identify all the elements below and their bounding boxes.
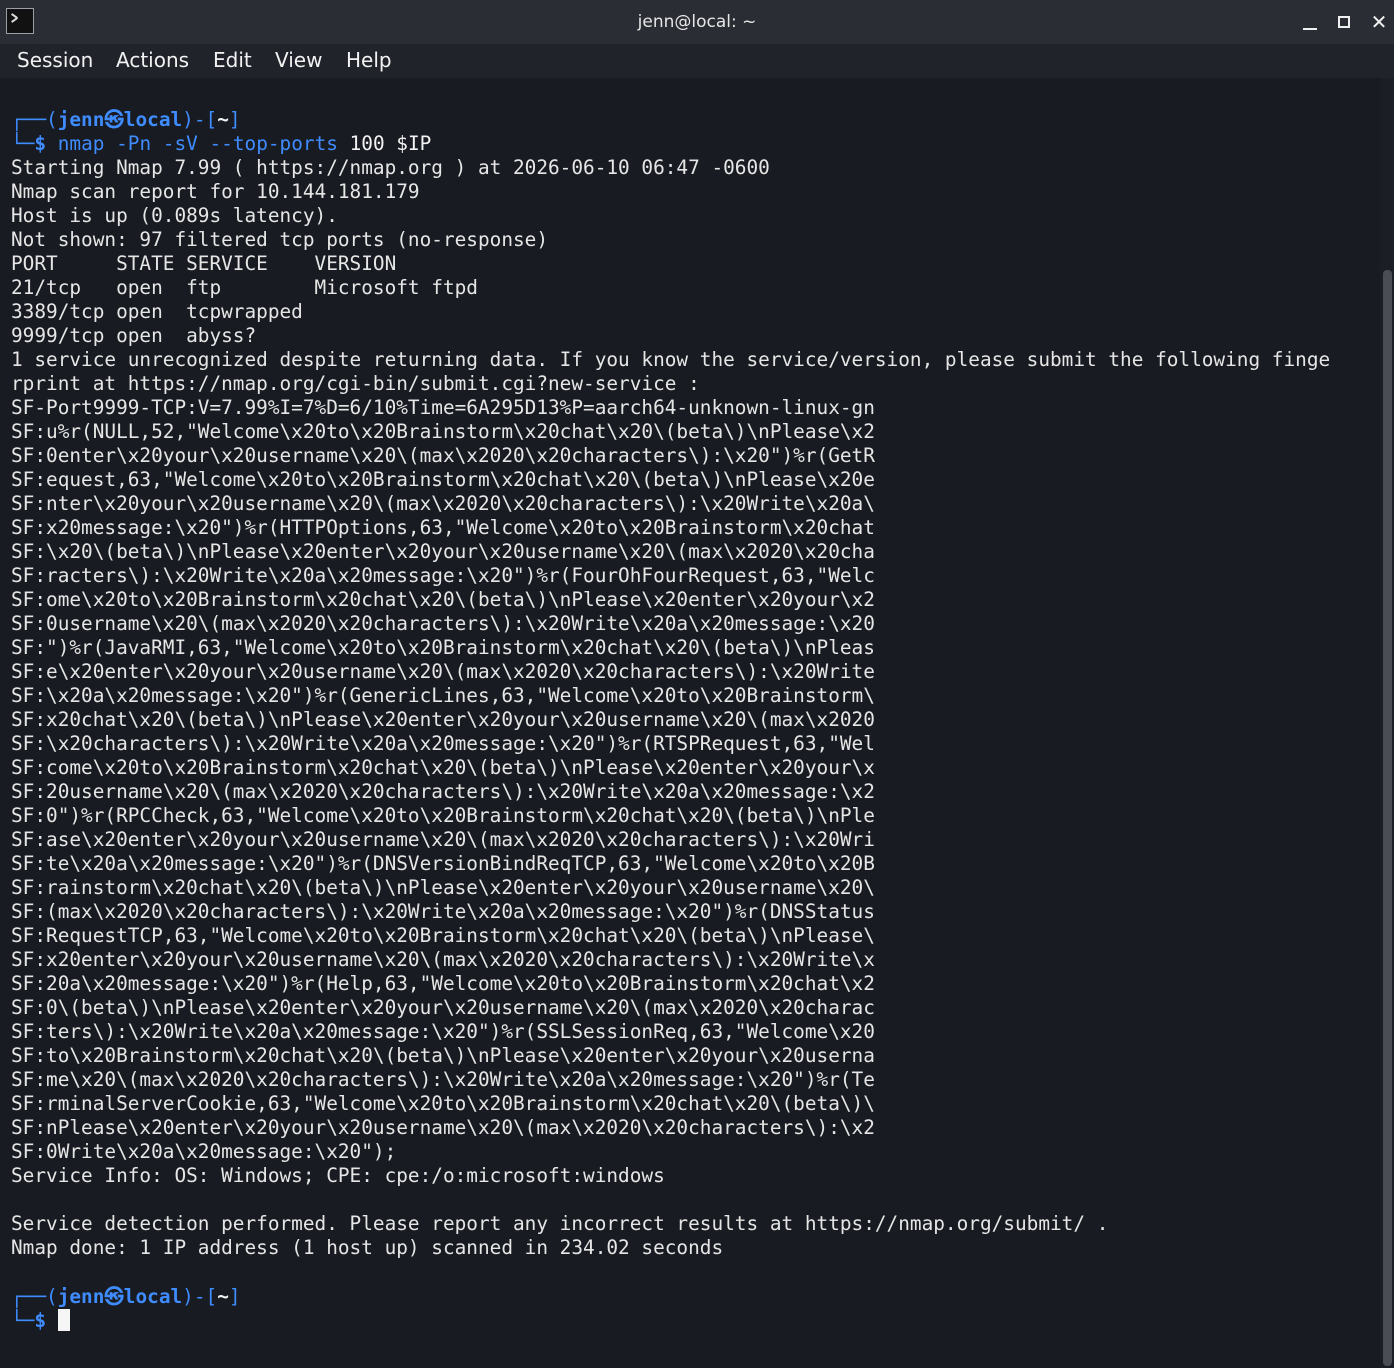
output-line: SF:racters\):\x20Write\x20a\x20message:\… — [11, 564, 875, 587]
output-line: SF:equest,63,"Welcome\x20to\x20Brainstor… — [11, 468, 875, 491]
terminal-window: jenn@local: ~ ✕ Session Actions Edit Vie… — [0, 0, 1394, 1368]
scrollbar-thumb[interactable] — [1383, 270, 1392, 1366]
output-line: SF:20username\x20\(max\x2020\x20characte… — [11, 780, 875, 803]
output-line: SF:0\(beta\)\nPlease\x20enter\x20your\x2… — [11, 996, 875, 1019]
prompt-user: jenn — [57, 108, 105, 131]
output-line: Starting Nmap 7.99 ( https://nmap.org ) … — [11, 156, 770, 179]
prompt-line-top: ┌──(jenn㉿local)-[~] — [11, 108, 241, 132]
output-line: SF:0")%r(RPCCheck,63,"Welcome\x20to\x20B… — [11, 804, 875, 827]
close-icon: ✕ — [1370, 10, 1388, 34]
output-line: SF:ters\):\x20Write\x20a\x20message:\x20… — [11, 1020, 875, 1043]
output-line: 21/tcp open ftp Microsoft ftpd — [11, 276, 478, 299]
prompt-dollar-2: $ — [34, 1309, 47, 1332]
minimize-button[interactable] — [1298, 10, 1322, 34]
output-line: SF:rminalServerCookie,63,"Welcome\x20to\… — [11, 1092, 875, 1115]
prompt-corner-2: ┌──( — [11, 1285, 58, 1308]
output-line: Host is up (0.089s latency). — [11, 204, 338, 227]
input-line[interactable]: └─$ — [11, 1309, 70, 1333]
output-line: SF:(max\x2020\x20characters\):\x20Write\… — [11, 900, 875, 923]
output-line: Nmap scan report for 10.144.181.179 — [11, 180, 420, 203]
output-line: PORT STATE SERVICE VERSION — [11, 252, 397, 275]
output-line: SF:me\x20\(max\x2020\x20characters\):\x2… — [11, 1068, 875, 1091]
output-line: SF:ome\x20to\x20Brainstorm\x20chat\x20\(… — [11, 588, 875, 611]
output-line: SF:20a\x20message:\x20")%r(Help,63,"Welc… — [11, 972, 875, 995]
output-line: 3389/tcp open tcpwrapped — [11, 300, 303, 323]
title-bar[interactable]: jenn@local: ~ ✕ — [0, 0, 1394, 44]
prompt-separator-2: )-[ — [182, 1285, 218, 1308]
output-line: SF:to\x20Brainstorm\x20chat\x20\(beta\)\… — [11, 1044, 875, 1067]
maximize-icon — [1338, 16, 1350, 28]
input-space — [46, 1309, 58, 1332]
output-line: SF:\x20\(beta\)\nPlease\x20enter\x20your… — [11, 540, 875, 563]
prompt-line-top-2: ┌──(jenn㉿local)-[~] — [11, 1285, 241, 1309]
menu-help[interactable]: Help — [346, 48, 392, 72]
output-line: SF:RequestTCP,63,"Welcome\x20to\x20Brain… — [11, 924, 875, 947]
output-line: SF:u%r(NULL,52,"Welcome\x20to\x20Brainst… — [11, 420, 875, 443]
command-name: nmap — [57, 132, 105, 155]
close-button[interactable]: ✕ — [1367, 10, 1391, 34]
output-line: SF:come\x20to\x20Brainstorm\x20chat\x20\… — [11, 756, 875, 779]
output-line: Nmap done: 1 IP address (1 host up) scan… — [11, 1236, 724, 1259]
output-line: SF:0enter\x20your\x20username\x20\(max\x… — [11, 444, 875, 467]
command-space — [46, 132, 58, 155]
prompt-at-symbol-2: ㉿ — [104, 1285, 124, 1308]
terminal-output-area[interactable]: ┌──(jenn㉿local)-[~] └─$ nmap -Pn -sV --t… — [0, 78, 1380, 1368]
command-line: └─$ nmap -Pn -sV --top-ports 100 $IP — [11, 132, 431, 156]
output-line: Service detection performed. Please repo… — [11, 1212, 1109, 1235]
output-line: Service Info: OS: Windows; CPE: cpe:/o:m… — [11, 1164, 665, 1187]
output-line: SF:e\x20enter\x20your\x20username\x20\(m… — [11, 660, 875, 683]
prompt-separator: )-[ — [182, 108, 218, 131]
output-line: SF:te\x20a\x20message:\x20")%r(DNSVersio… — [11, 852, 875, 875]
minimize-icon — [1303, 28, 1317, 30]
output-line: Not shown: 97 filtered tcp ports (no-res… — [11, 228, 549, 251]
output-line: 9999/tcp open abyss? — [11, 324, 257, 347]
output-line: SF:rainstorm\x20chat\x20\(beta\)\nPlease… — [11, 876, 875, 899]
output-line: SF:ase\x20enter\x20your\x20username\x20\… — [11, 828, 875, 851]
menu-edit[interactable]: Edit — [213, 48, 252, 72]
menu-session[interactable]: Session — [17, 48, 93, 72]
output-line: SF:\x20characters\):\x20Write\x20a\x20me… — [11, 732, 875, 755]
window-title: jenn@local: ~ — [637, 12, 757, 32]
output-line: rprint at https://nmap.org/cgi-bin/submi… — [11, 372, 700, 395]
prompt-corner-bottom: └─ — [11, 132, 35, 155]
maximize-button[interactable] — [1333, 10, 1357, 34]
menu-view[interactable]: View — [275, 48, 322, 72]
output-line: SF:nter\x20your\x20username\x20\(max\x20… — [11, 492, 875, 515]
command-args: -Pn -sV --top-ports — [104, 132, 338, 155]
prompt-host-2: local — [123, 1285, 183, 1308]
output-line: 1 service unrecognized despite returning… — [11, 348, 1331, 371]
prompt-corner-bottom-2: └─ — [11, 1309, 35, 1332]
output-line: SF:0Write\x20a\x20message:\x20"); — [11, 1140, 397, 1163]
output-line: SF:x20enter\x20your\x20username\x20\(max… — [11, 948, 875, 971]
prompt-at-symbol: ㉿ — [104, 108, 124, 131]
prompt-corner: ┌──( — [11, 108, 58, 131]
prompt-close-bracket-2: ] — [228, 1285, 241, 1308]
text-cursor — [57, 1309, 70, 1331]
prompt-user-2: jenn — [57, 1285, 105, 1308]
prompt-close-bracket: ] — [228, 108, 241, 131]
prompt-host: local — [123, 108, 183, 131]
output-line: SF:x20chat\x20\(beta\)\nPlease\x20enter\… — [11, 708, 875, 731]
output-line: SF-Port9999-TCP:V=7.99%I=7%D=6/10%Time=6… — [11, 396, 875, 419]
output-line: SF:x20message:\x20")%r(HTTPOptions,63,"W… — [11, 516, 875, 539]
output-line: SF:nPlease\x20enter\x20your\x20username\… — [11, 1116, 875, 1139]
output-line: SF:")%r(JavaRMI,63,"Welcome\x20to\x20Bra… — [11, 636, 875, 659]
command-rest: 100 $IP — [337, 132, 432, 155]
prompt-dir: ~ — [217, 108, 229, 131]
output-line: SF:0username\x20\(max\x2020\x20character… — [11, 612, 875, 635]
output-line: SF:\x20a\x20message:\x20")%r(GenericLine… — [11, 684, 875, 707]
prompt-dollar: $ — [34, 132, 47, 155]
prompt-dir-2: ~ — [217, 1285, 229, 1308]
menu-actions[interactable]: Actions — [116, 48, 189, 72]
menu-bar: Session Actions Edit View Help — [0, 44, 1394, 78]
